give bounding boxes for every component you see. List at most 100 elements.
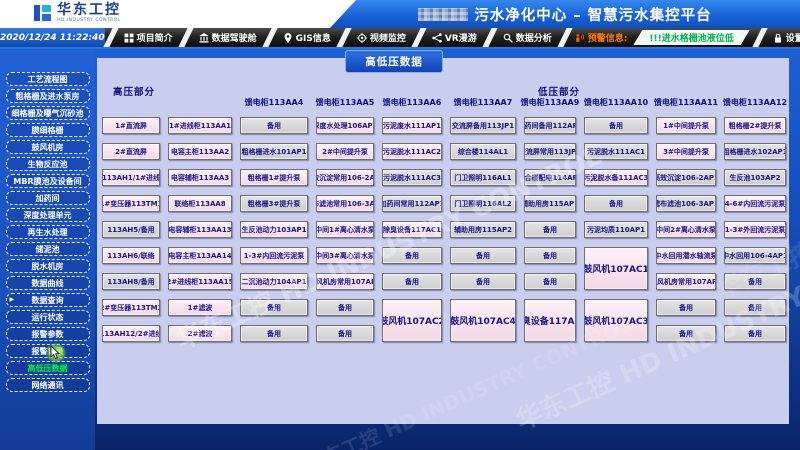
power-cell: 备用 [240, 325, 308, 342]
sidebar-item-bio-reactor-tank[interactable]: 生物反应池 [6, 157, 90, 171]
power-cell: 备用 [524, 221, 576, 238]
power-cell: 备用 [656, 325, 716, 342]
feeder-column-header: 馈电柜113AA4 [240, 96, 308, 108]
sidebar-item-hv-lv-data[interactable]: 高低压数据 [6, 361, 90, 375]
location-icon [283, 33, 293, 43]
sidebar-item-membrane-fine-screen[interactable]: 膜细格栅 [6, 123, 90, 137]
sidebar-item-reclaimed-water-treatment[interactable]: 再生水处理 [6, 225, 90, 239]
power-cell: 2#变压器113TM2 [102, 299, 160, 316]
power-cell: 综合楼114AL1 [450, 143, 516, 160]
grid-icon [124, 33, 134, 43]
power-cell: 备用 [656, 299, 716, 316]
power-cell: 备用 [724, 325, 786, 342]
sidebar-item-label: 再生水处理 [28, 227, 68, 238]
dashboard-icon [199, 33, 209, 43]
power-cell: 粗格栅进水101AP1 [240, 143, 308, 160]
power-cell: 中间3#离心清水泵 [316, 247, 374, 264]
sidebar-item-running-status[interactable]: 运行状态 [6, 310, 90, 324]
settings-button[interactable]: 设置 [766, 28, 800, 47]
feeder-column-header: 馈电柜113AA6 [382, 96, 442, 108]
power-cell: 除臭设备117AC2 [524, 299, 576, 342]
power-cell: 污泥废水111AP1 [382, 117, 442, 134]
sidebar-item-label: 加药间 [36, 193, 60, 204]
sidebar-item-alarm-parameters[interactable]: 报警参数 [6, 327, 90, 341]
top-header: 华东工控 HD INDUSTRY CONTROL 污水净化中心 – 智慧污水集控… [0, 0, 800, 28]
power-cell: 备用 [584, 117, 648, 134]
power-cell: 备用 [316, 325, 374, 342]
nav-item-data-analysis[interactable]: 数据分析 [496, 28, 559, 47]
page-title: 污水净化中心 – 智慧污水集控平台 [474, 4, 711, 25]
power-cell: 鼓风机107AC1 [584, 247, 648, 290]
power-cell: 1#进线柜113AA1 [168, 117, 232, 134]
power-cell: 备用 [240, 117, 308, 134]
power-cell: 备用 [724, 273, 786, 290]
title-banner: 污水净化中心 – 智慧污水集控平台 [330, 0, 800, 28]
power-cell: 辅助用房115AP2 [450, 221, 516, 238]
power-cell: 鼓风机107AC4 [450, 299, 516, 342]
sidebar-item-blower-room[interactable]: 鼓风机房 [6, 140, 90, 154]
power-cell: 滤布滤池常用106-3AP1 [316, 195, 374, 212]
sidebar-item-coarse-screen-inlet-pump-house[interactable]: 粗格栅及进水泵房 [6, 89, 90, 103]
power-cell: 3#中间提升泵 [656, 143, 716, 160]
sidebar-item-sludge-storage-tank[interactable]: 储泥池 [6, 242, 90, 256]
nav-item-gis-info[interactable]: GIS信息 [276, 28, 338, 47]
sidebar-item-label: 细格栅及曝气沉砂池 [12, 108, 84, 119]
sidebar-item-data-curve[interactable]: 数据曲线 [6, 276, 90, 290]
sidebar-item-process-flow-diagram[interactable]: 工艺流程图 [6, 72, 90, 86]
power-cell: 2#直流屏 [102, 143, 160, 160]
alarm-message-box[interactable]: !!!进水格栅池液位低 [633, 30, 749, 45]
power-cell: 粗格栅2#提升泵 [724, 117, 786, 134]
feeder-column-header: 馈电柜113AA11 [656, 96, 716, 108]
nav-item-data-cockpit[interactable]: 数据驾驶舱 [192, 28, 264, 47]
power-cell: 辅助用房115AP1 [524, 195, 576, 212]
power-cell: 4-6#内回流污泥泵 [724, 195, 786, 212]
nav-item-video-monitor[interactable]: 视频监控 [350, 28, 413, 47]
alarm-icon [575, 33, 585, 43]
submenu-arrow-icon: ▶ [10, 295, 15, 304]
sidebar-item-mbr-tank-equipment[interactable]: MBR膜池及设备间 [6, 174, 90, 188]
sidebar-item-data-query[interactable]: ▶ 数据查询 [6, 293, 90, 307]
power-cell: 1#滤波 [168, 299, 232, 316]
sidebar-item-network-comm[interactable]: 网络通讯 [6, 378, 90, 392]
search-icon [503, 33, 513, 43]
feeder-column-header: 馈电柜113AA7 [450, 96, 516, 108]
power-cell: 电容主柜113AA14 [168, 247, 232, 264]
nav-item-label: GIS信息 [296, 31, 331, 44]
sidebar-item-fine-screen-grit-chamber[interactable]: 细格栅及曝气沉砂池 [6, 106, 90, 120]
power-cell: 1#直流屏 [102, 117, 160, 134]
power-cell: 综合楼配电114AP1 [524, 169, 576, 186]
sidebar-item-label: 鼓风机房 [32, 142, 64, 153]
power-cell: 污泥脱水备111AC3 [584, 169, 648, 186]
sidebar-item-label: 数据查询 [32, 295, 64, 306]
sidebar-item-label: 膜细格栅 [32, 125, 64, 136]
sidebar-item-label: 高低压数据 [28, 363, 68, 374]
power-cell: 鼓风机107AC2 [382, 299, 442, 342]
power-cell: 中水回用106-4AP1 [724, 247, 786, 264]
nav-item-project-intro[interactable]: 项目简介 [117, 28, 180, 47]
main-panel: 高低压数据 高压部分 低压部分 1#直流屏2#直流屏113AH1/1#进线1#变… [97, 58, 789, 424]
sidebar-item-advanced-treatment-unit[interactable]: 深度处理单元 [6, 208, 90, 222]
power-cell: 高效沉淀106-2AP1 [656, 169, 716, 186]
settings-label: 设置 [786, 31, 800, 44]
power-cell: 1#变压器113TM1 [102, 195, 160, 212]
alarm-label: 预警信息: [588, 31, 628, 44]
company-logo: 华东工控 HD INDUSTRY CONTROL [34, 3, 121, 24]
logo-icon [34, 3, 52, 23]
nav-item-label: VR漫游 [445, 31, 477, 44]
feeder-column-header: 馈电柜113AA5 [316, 96, 374, 108]
power-cell: 粗格栅进水102AP1 [724, 143, 786, 160]
sidebar-item-label: 生物反应池 [28, 159, 68, 170]
target-icon [357, 33, 367, 43]
sidebar-item-dosing-room[interactable]: 加药间 [6, 191, 90, 205]
nav-item-vr-tour[interactable]: VR漫游 [425, 28, 484, 47]
sidebar-item-label: 报警参数 [32, 329, 64, 340]
power-cell: 电容辅柜113AA3 [168, 169, 232, 186]
power-cell: 备用 [450, 273, 516, 290]
sidebar-item-alarm-records[interactable]: 报警记录 [6, 344, 90, 358]
datetime-display: 2020/12/24 11:22:40 [0, 28, 105, 47]
page-title-badge: 高低压数据 [345, 50, 443, 73]
sidebar-item-label: 深度处理单元 [24, 210, 72, 221]
power-cell: 备用 [524, 247, 576, 264]
sidebar-item-dewatering-room[interactable]: 脱水机房 [6, 259, 90, 273]
top-nav-bar: 2020/12/24 11:22:40 项目简介数据驾驶舱 GIS信息 视频监控 VR… [0, 28, 800, 49]
